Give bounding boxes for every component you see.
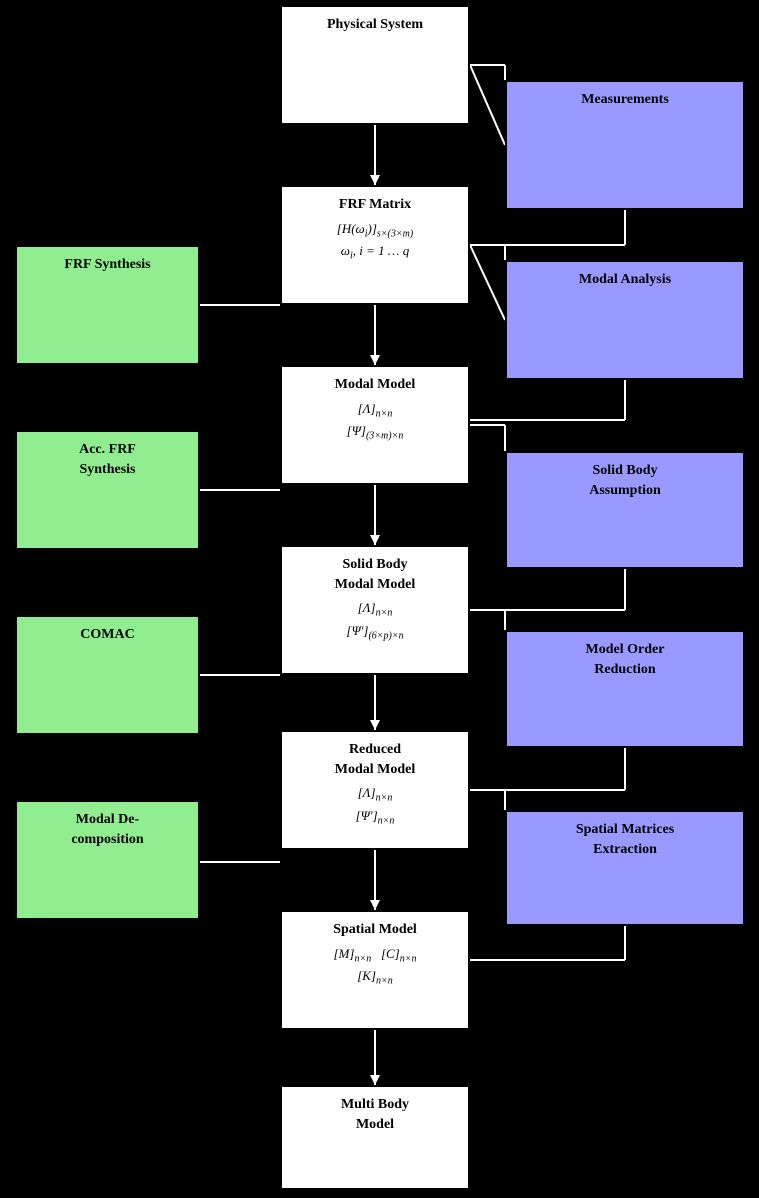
modal-decomposition-label: Modal De-composition — [71, 812, 143, 847]
diagram-container: Physical System FRF Matrix [H(ωi)]s×(3×m… — [0, 0, 759, 1198]
solid-body-assumption-box: Solid BodyAssumption — [505, 451, 745, 569]
modal-decomposition-box: Modal De-composition — [15, 800, 200, 920]
frf-matrix-math: [H(ωi)]s×(3×m) ωi, i = 1 … q — [292, 219, 458, 264]
spatial-matrices-extraction-box: Spatial MatricesExtraction — [505, 810, 745, 926]
reduced-modal-model-math: [Λ]n×n [Ψ']n×n — [292, 783, 458, 828]
frf-matrix-box: FRF Matrix [H(ωi)]s×(3×m) ωi, i = 1 … q — [280, 185, 470, 305]
reduced-modal-model-label: ReducedModal Model — [335, 742, 416, 777]
multi-body-model-label: Multi BodyModel — [341, 1097, 409, 1132]
spatial-model-math: [M]n×n [C]n×n [K]n×n — [292, 944, 458, 989]
frf-matrix-label: FRF Matrix — [339, 197, 411, 212]
modal-model-math: [Λ]n×n [Ψ](3×m)×n — [292, 399, 458, 444]
physical-system-label: Physical System — [327, 17, 423, 32]
model-order-reduction-box: Model OrderReduction — [505, 630, 745, 748]
modal-analysis-box: Modal Analysis — [505, 260, 745, 380]
model-order-reduction-label: Model OrderReduction — [586, 642, 665, 677]
comac-box: COMAC — [15, 615, 200, 735]
measurements-box: Measurements — [505, 80, 745, 210]
solid-body-modal-model-box: Solid BodyModal Model [Λ]n×n [Ψ'](6×p)×n — [280, 545, 470, 675]
modal-analysis-label: Modal Analysis — [579, 272, 671, 287]
spatial-matrices-extraction-label: Spatial MatricesExtraction — [576, 822, 674, 857]
frf-synthesis-box: FRF Synthesis — [15, 245, 200, 365]
spatial-model-box: Spatial Model [M]n×n [C]n×n [K]n×n — [280, 910, 470, 1030]
multi-body-model-box: Multi BodyModel — [280, 1085, 470, 1190]
modal-model-label: Modal Model — [335, 377, 416, 392]
reduced-modal-model-box: ReducedModal Model [Λ]n×n [Ψ']n×n — [280, 730, 470, 850]
modal-model-box: Modal Model [Λ]n×n [Ψ](3×m)×n — [280, 365, 470, 485]
solid-body-assumption-label: Solid BodyAssumption — [589, 463, 661, 498]
measurements-label: Measurements — [581, 92, 669, 107]
physical-system-box: Physical System — [280, 5, 470, 125]
comac-label: COMAC — [80, 627, 134, 642]
acc-frf-synthesis-box: Acc. FRFSynthesis — [15, 430, 200, 550]
frf-synthesis-label: FRF Synthesis — [64, 257, 150, 272]
acc-frf-synthesis-label: Acc. FRFSynthesis — [79, 442, 136, 477]
solid-body-modal-model-math: [Λ]n×n [Ψ'](6×p)×n — [292, 598, 458, 643]
spatial-model-label: Spatial Model — [333, 922, 417, 937]
solid-body-modal-model-label: Solid BodyModal Model — [335, 557, 416, 592]
